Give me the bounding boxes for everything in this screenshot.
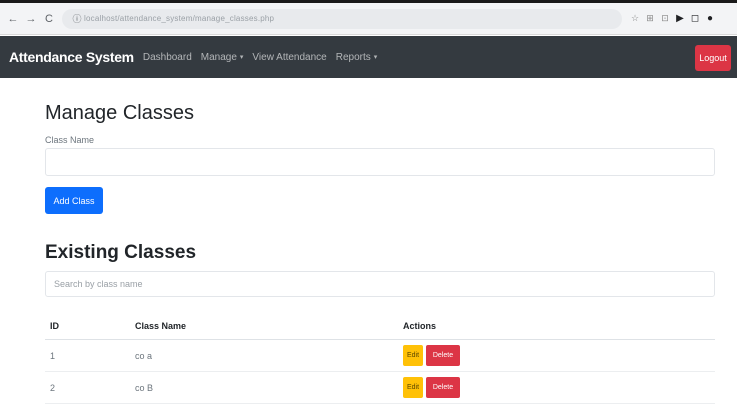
column-header-actions: Actions xyxy=(403,320,437,331)
classes-table: ID Class Name Actions 1 co a Edit Delete… xyxy=(45,312,715,404)
browser-toolbar: ← → C ⓘ localhost/attendance_system/mana… xyxy=(0,3,737,35)
search-placeholder: Search by class name xyxy=(54,279,143,289)
logout-button[interactable]: Logout xyxy=(695,45,731,71)
reload-icon[interactable]: C xyxy=(42,12,56,26)
table-row: 2 co B Edit Delete xyxy=(45,372,715,404)
row-actions: Edit Delete xyxy=(403,377,713,398)
page-title: Manage Classes xyxy=(45,102,194,124)
delete-button[interactable]: Delete xyxy=(426,377,460,398)
row-id: 2 xyxy=(50,382,56,393)
address-bar[interactable]: ⓘ localhost/attendance_system/manage_cla… xyxy=(62,8,622,29)
search-input[interactable]: Search by class name xyxy=(45,271,715,297)
bookmark-icon[interactable]: ☆ xyxy=(630,13,640,24)
delete-button[interactable]: Delete xyxy=(426,345,460,366)
puzzle-icon[interactable]: ⊡ xyxy=(660,13,670,24)
nav-dashboard[interactable]: Dashboard xyxy=(143,52,192,63)
table-row: 1 co a Edit Delete xyxy=(45,340,715,372)
class-name-label: Class Name xyxy=(45,135,95,145)
existing-classes-title: Existing Classes xyxy=(45,242,197,263)
back-icon[interactable]: ← xyxy=(6,12,20,26)
edit-button[interactable]: Edit xyxy=(403,345,423,366)
forward-icon[interactable]: → xyxy=(24,12,38,26)
table-header: ID Class Name Actions xyxy=(45,312,715,340)
row-class-name: co a xyxy=(135,350,153,361)
nav-reports-dropdown[interactable]: Reports ▾ xyxy=(336,52,378,63)
row-class-name: co B xyxy=(135,382,154,393)
url-text: localhost/attendance_system/manage_class… xyxy=(84,14,275,23)
edit-button[interactable]: Edit xyxy=(403,377,423,398)
media-icon[interactable]: ▶ xyxy=(675,13,685,24)
chevron-down-icon: ▾ xyxy=(373,53,378,61)
chevron-down-icon: ▾ xyxy=(239,53,244,61)
row-id: 1 xyxy=(50,350,56,361)
nav-manage-dropdown[interactable]: Manage ▾ xyxy=(201,52,244,63)
app-navbar: Attendance System Dashboard Manage ▾ View… xyxy=(0,36,737,78)
brand-title[interactable]: Attendance System xyxy=(9,49,134,65)
column-header-id: ID xyxy=(50,320,59,331)
column-header-class-name: Class Name xyxy=(135,320,187,331)
site-info-icon[interactable]: ⓘ xyxy=(70,12,84,26)
row-actions: Edit Delete xyxy=(403,345,713,366)
class-name-input[interactable] xyxy=(45,148,715,176)
extensions-icon[interactable]: ⊞ xyxy=(645,13,655,24)
window-icon[interactable]: ◻ xyxy=(690,13,700,24)
nav-view-attendance[interactable]: View Attendance xyxy=(252,52,326,63)
add-class-button[interactable]: Add Class xyxy=(45,187,103,214)
profile-icon[interactable]: ● xyxy=(705,13,715,24)
